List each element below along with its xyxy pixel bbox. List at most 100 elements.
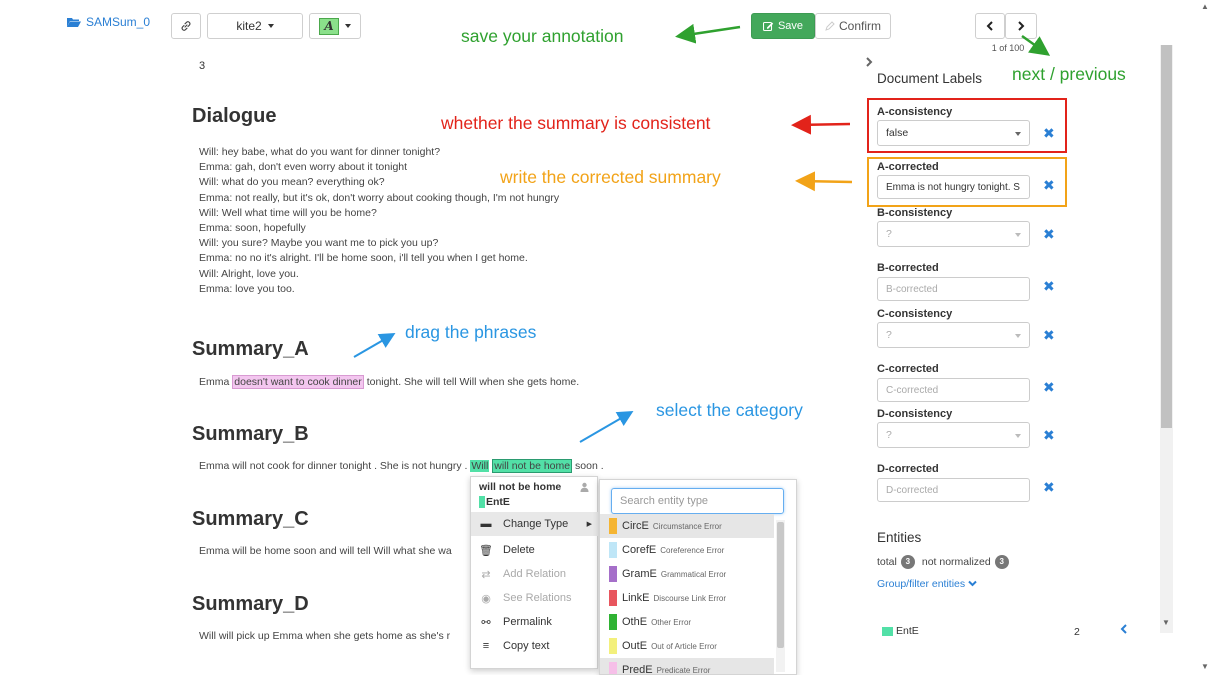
- dialogue-line[interactable]: Emma: soon, hopefully: [199, 221, 559, 236]
- dialogue-line[interactable]: Emma: no no it's alright. I'll be home s…: [199, 251, 559, 266]
- c-corrected-input[interactable]: C-corrected: [877, 378, 1030, 402]
- summary-a-heading: Summary_A: [192, 338, 309, 360]
- text-style-icon: A: [319, 17, 339, 35]
- dialogue-line[interactable]: Will: Alright, love you.: [199, 267, 559, 282]
- entity-search-input[interactable]: Search entity type: [611, 488, 784, 514]
- chevron-left-icon[interactable]: [1120, 624, 1128, 634]
- scroll-down-arrow-icon[interactable]: ▼: [1162, 618, 1170, 627]
- d-consistency-select[interactable]: ?: [877, 422, 1030, 448]
- annotation-category: select the category: [656, 400, 803, 420]
- clear-d-corrected-icon[interactable]: ✖: [1043, 479, 1055, 496]
- chevron-left-icon: [986, 21, 993, 31]
- entity-type-desc: Discourse Link Error: [653, 593, 726, 603]
- summary-b-after: soon .: [572, 460, 604, 472]
- menu-delete[interactable]: 🗑 Delete: [471, 538, 598, 562]
- entity-type-prede[interactable]: PredE Predicate Error: [600, 658, 774, 674]
- group-filter-label: Group/filter entities: [877, 578, 966, 590]
- menu-delete-label: Delete: [503, 544, 535, 556]
- arrow-drag: [353, 332, 396, 358]
- consistency-highlight-box: [867, 98, 1067, 153]
- menu-add-relation-label: Add Relation: [503, 568, 566, 580]
- selected-entity-span[interactable]: will not be home: [492, 459, 573, 473]
- summary-c-text[interactable]: Emma will be home soon and will tell Wil…: [199, 545, 452, 557]
- c-corrected-label: C-corrected: [877, 363, 939, 375]
- not-normalized-label: not normalized: [921, 556, 991, 568]
- entity-type-code: OthE: [622, 616, 648, 628]
- entity-span[interactable]: doesn't want to cook dinner: [232, 375, 364, 389]
- entity-type-grame[interactable]: GramE Grammatical Error: [600, 562, 774, 586]
- folder-open-icon: [67, 18, 81, 27]
- collection-link[interactable]: SAMSum_0: [66, 15, 150, 29]
- summary-b-heading: Summary_B: [192, 423, 309, 445]
- eye-icon: ◉: [481, 592, 491, 605]
- entity-list-item[interactable]: EntE: [882, 625, 919, 637]
- color-swatch: [609, 614, 617, 630]
- c-consistency-select[interactable]: ?: [877, 322, 1030, 348]
- entity-span[interactable]: Will: [470, 460, 490, 472]
- summary-b-text[interactable]: Emma will not cook for dinner tonight . …: [199, 459, 604, 473]
- clear-d-consistency-icon[interactable]: ✖: [1043, 427, 1055, 444]
- menu-permalink[interactable]: ⚯ Permalink: [471, 610, 598, 634]
- b-consistency-select[interactable]: ?: [877, 221, 1030, 247]
- page-scroll-up-arrow-icon[interactable]: ▲: [1201, 2, 1209, 11]
- arrow-category: [579, 410, 634, 443]
- entity-type-corefe[interactable]: CorefE Coreference Error: [600, 538, 774, 562]
- collapse-panel-icon[interactable]: [865, 57, 873, 67]
- annotation-save: save your annotation: [461, 26, 624, 46]
- annotation-corrected: write the corrected summary: [500, 167, 721, 187]
- entity-style-dropdown[interactable]: A: [309, 13, 361, 39]
- b-consistency-value: ?: [886, 228, 892, 240]
- dialogue-line[interactable]: Will: hey babe, what do you want for din…: [199, 145, 559, 160]
- next-doc-button[interactable]: [1005, 13, 1037, 39]
- menu-permalink-label: Permalink: [503, 616, 552, 628]
- d-consistency-label: D-consistency: [877, 408, 953, 420]
- panel-scroll-thumb[interactable]: [1161, 45, 1172, 428]
- confirm-button[interactable]: Confirm: [815, 13, 891, 39]
- summary-d-text[interactable]: Will will pick up Emma when she gets hom…: [199, 630, 450, 642]
- previous-doc-button[interactable]: [975, 13, 1005, 39]
- group-filter-link[interactable]: Group/filter entities: [877, 578, 977, 590]
- user-dropdown[interactable]: kite2: [207, 13, 303, 39]
- menu-see-relations[interactable]: ◉ See Relations: [471, 586, 598, 610]
- clear-b-consistency-icon[interactable]: ✖: [1043, 226, 1055, 243]
- summary-d-heading: Summary_D: [192, 593, 309, 615]
- entity-type-circe[interactable]: CircE Circumstance Error: [600, 514, 774, 538]
- page-scroll-down-arrow-icon[interactable]: ▼: [1201, 662, 1209, 671]
- dialogue-line[interactable]: Emma: love you too.: [199, 282, 559, 297]
- entity-color-swatch: [479, 496, 485, 508]
- corrected-highlight-box: [867, 157, 1067, 207]
- b-corrected-input[interactable]: B-corrected: [877, 277, 1030, 301]
- edit-icon: [762, 21, 774, 31]
- link-button[interactable]: [171, 13, 201, 39]
- d-corrected-label: D-corrected: [877, 463, 939, 475]
- entity-type-linke[interactable]: LinkE Discourse Link Error: [600, 586, 774, 610]
- entity-tag-label: EntE: [486, 496, 510, 508]
- summary-a-text[interactable]: Emma doesn't want to cook dinner tonight…: [199, 375, 579, 389]
- entity-type-code: LinkE: [622, 592, 650, 604]
- menu-change-type[interactable]: ▬ Change Type ▶: [471, 512, 598, 536]
- entity-type-oute[interactable]: OutE Out of Article Error: [600, 634, 774, 658]
- entity-type-othe[interactable]: OthE Other Error: [600, 610, 774, 634]
- clear-c-consistency-icon[interactable]: ✖: [1043, 327, 1055, 344]
- dialogue-line[interactable]: Will: you sure? Maybe you want me to pic…: [199, 236, 559, 251]
- collection-name: SAMSum_0: [86, 15, 151, 29]
- menu-change-type-label: Change Type: [503, 518, 569, 530]
- dialogue-line[interactable]: Will: Well what time will you be home?: [199, 206, 559, 221]
- entity-type-code: OutE: [622, 640, 648, 652]
- entity-context-menu: will not be home EntE ▬ Change Type ▶ 🗑 …: [470, 476, 598, 669]
- b-corrected-label: B-corrected: [877, 262, 939, 274]
- save-button[interactable]: Save: [751, 13, 815, 39]
- summary-b-before: Emma will not cook for dinner tonight . …: [199, 460, 471, 472]
- caret-down-icon: [1015, 334, 1021, 338]
- menu-copy-text[interactable]: ≡ Copy text: [471, 634, 598, 658]
- submenu-scroll-thumb[interactable]: [777, 522, 784, 648]
- d-corrected-input[interactable]: D-corrected: [877, 478, 1030, 502]
- clear-b-corrected-icon[interactable]: ✖: [1043, 278, 1055, 295]
- color-swatch: [609, 566, 617, 582]
- arrows-icon: ⇄: [481, 568, 491, 581]
- menu-add-relation[interactable]: ⇄ Add Relation: [471, 562, 598, 586]
- entity-color-swatch: [882, 626, 893, 636]
- color-swatch: [609, 542, 617, 558]
- clear-c-corrected-icon[interactable]: ✖: [1043, 379, 1055, 396]
- dialogue-line[interactable]: Emma: not really, but it's ok, don't wor…: [199, 191, 559, 206]
